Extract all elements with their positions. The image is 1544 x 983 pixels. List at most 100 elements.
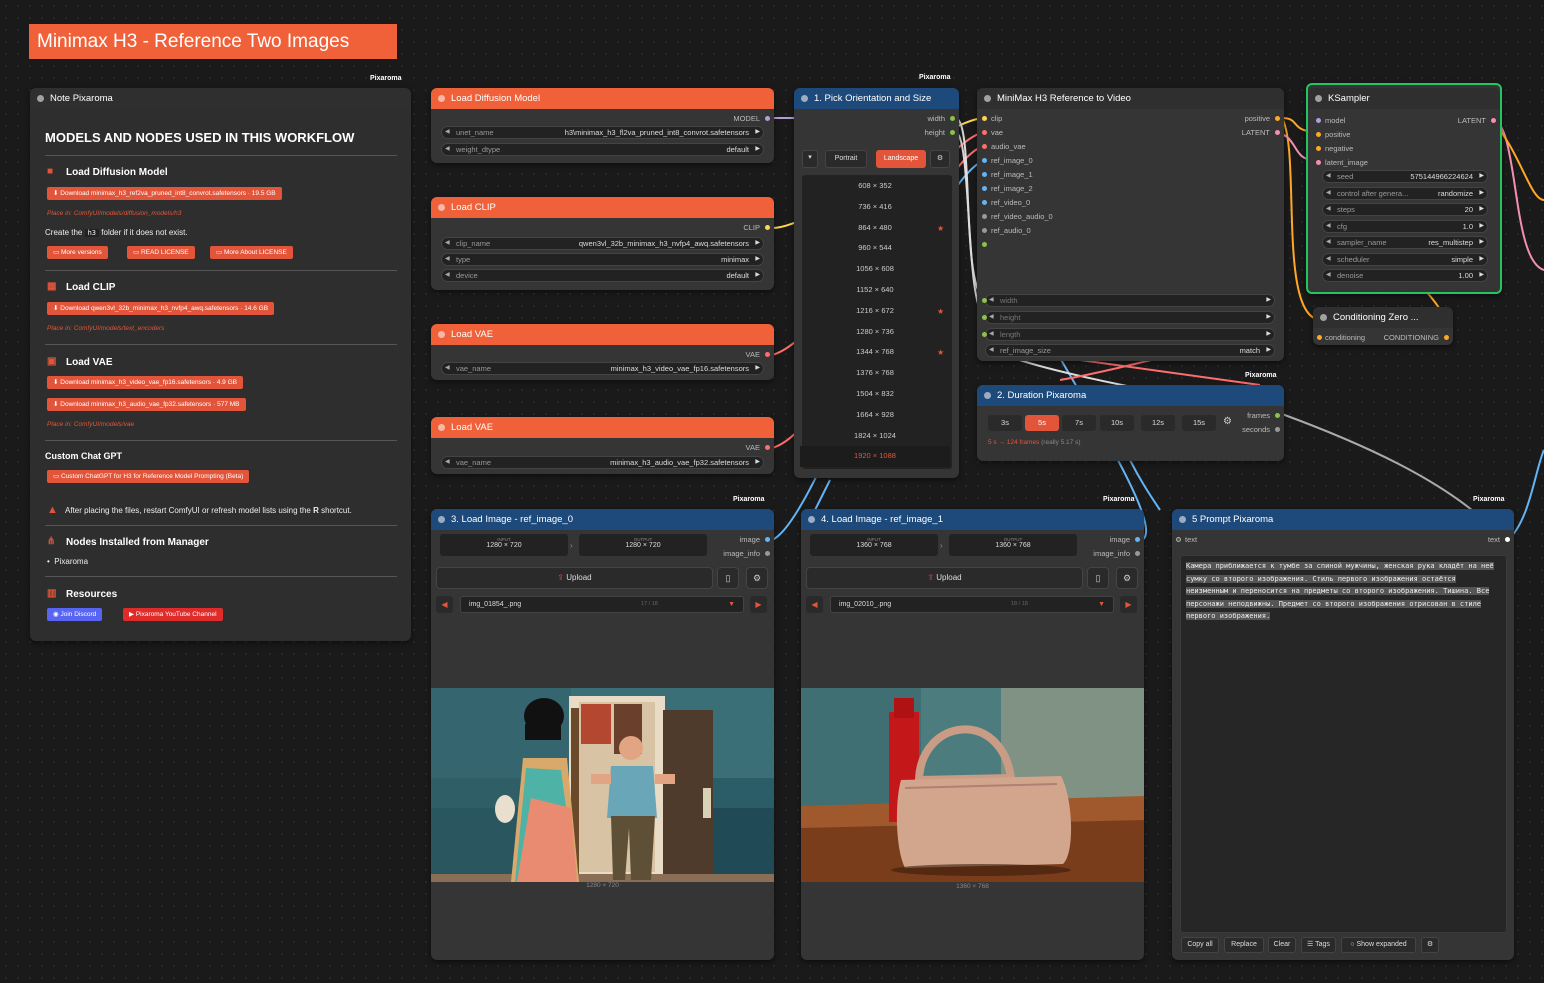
join-discord-button[interactable]: ◉ Join Discord xyxy=(47,608,103,621)
resolution-item[interactable]: 1376 × 768 xyxy=(800,363,950,384)
unet-name-widget[interactable]: unet_nameh3\minimax_h3_fl2va_pruned_int8… xyxy=(441,126,764,139)
prompt-textarea[interactable]: Камера приближается к тумбе за спиной му… xyxy=(1180,555,1507,933)
more-versions-button[interactable]: ▭ More versions xyxy=(47,246,108,259)
resolution-item[interactable]: 608 × 352 xyxy=(800,176,950,197)
gear-icon[interactable]: ⚙ xyxy=(930,150,950,168)
input-slot[interactable] xyxy=(982,158,987,163)
input-slot[interactable] xyxy=(982,186,987,191)
clear-button[interactable]: Clear xyxy=(1268,937,1296,953)
device-widget[interactable]: devicedefault xyxy=(441,269,764,282)
node-header[interactable]: Load VAE xyxy=(431,324,774,345)
input-slot[interactable] xyxy=(982,172,987,177)
gear-icon[interactable]: ⚙ xyxy=(746,567,768,589)
sampler-name-widget[interactable]: sampler_nameres_multistep xyxy=(1322,236,1488,249)
output-slot[interactable] xyxy=(1275,116,1280,121)
gear-icon[interactable]: ⚙ xyxy=(1223,416,1232,427)
resolution-item[interactable]: 1504 × 832 xyxy=(800,384,950,405)
clipboard-icon[interactable]: ▯ xyxy=(717,567,739,589)
duration-option-7s[interactable]: 7s xyxy=(1062,415,1096,431)
clipboard-icon[interactable]: ▯ xyxy=(1087,567,1109,589)
duration-option-5s[interactable]: 5s xyxy=(1025,415,1059,431)
output-slot[interactable] xyxy=(950,130,955,135)
resolution-item[interactable]: 864 × 480 xyxy=(800,218,950,239)
dropdown-button[interactable]: ▾ xyxy=(802,150,818,168)
output-slot[interactable] xyxy=(1275,427,1280,432)
node-header[interactable]: KSampler xyxy=(1308,88,1500,109)
output-slot[interactable] xyxy=(765,537,770,542)
portrait-button[interactable]: Portrait xyxy=(825,150,867,168)
prev-image-button[interactable]: ◀ xyxy=(436,596,453,613)
length-widget[interactable]: length xyxy=(985,328,1275,341)
output-slot[interactable] xyxy=(1505,537,1510,542)
resolution-item[interactable]: 1216 × 672 xyxy=(800,301,950,322)
note-header[interactable]: Note Pixaroma xyxy=(30,88,411,109)
load-vae-audio-node[interactable]: Load VAE VAE vae_nameminimax_h3_audio_va… xyxy=(431,417,774,474)
tags-button[interactable]: ☰ Tags xyxy=(1301,937,1336,953)
input-slot[interactable] xyxy=(982,116,987,121)
read-license-button[interactable]: ▭ READ LICENSE xyxy=(127,246,195,259)
input-slot[interactable] xyxy=(1316,118,1321,123)
youtube-channel-button[interactable]: ▶ Pixaroma YouTube Channel xyxy=(123,608,223,621)
input-slot[interactable] xyxy=(1316,146,1321,151)
load-vae-video-node[interactable]: Load VAE VAE vae_nameminimax_h3_video_va… xyxy=(431,324,774,380)
output-slot[interactable] xyxy=(765,551,770,556)
prev-image-button[interactable]: ◀ xyxy=(806,596,823,613)
node-header[interactable]: Load CLIP xyxy=(431,197,774,218)
node-header[interactable]: Load VAE xyxy=(431,417,774,438)
clip-name-widget[interactable]: clip_nameqwen3vl_32b_minimax_h3_nvfp4_aw… xyxy=(441,237,764,250)
vae-name-widget[interactable]: vae_nameminimax_h3_video_vae_fp16.safete… xyxy=(441,362,764,375)
custom-gpt-button[interactable]: ▭ Custom ChatGPT for H3 for Reference Mo… xyxy=(47,470,250,483)
next-image-button[interactable]: ▶ xyxy=(1120,596,1137,613)
input-slot[interactable] xyxy=(1176,537,1181,542)
output-slot[interactable] xyxy=(1135,537,1140,542)
resolution-item[interactable]: 736 × 416 xyxy=(800,197,950,218)
resolution-item[interactable]: 1824 × 1024 xyxy=(800,426,950,447)
denoise-widget[interactable]: denoise1.00 xyxy=(1322,269,1488,282)
input-slot[interactable] xyxy=(982,298,987,303)
duration-option-10s[interactable]: 10s xyxy=(1100,415,1134,431)
duration-option-15s[interactable]: 15s xyxy=(1182,415,1216,431)
input-slot[interactable] xyxy=(1316,132,1321,137)
duration-option-12s[interactable]: 12s xyxy=(1141,415,1175,431)
input-slot[interactable] xyxy=(982,144,987,149)
node-header[interactable]: MiniMax H3 Reference to Video xyxy=(977,88,1284,109)
output-slot[interactable] xyxy=(765,352,770,357)
input-slot[interactable] xyxy=(982,332,987,337)
copy-all-button[interactable]: Copy all xyxy=(1181,937,1219,953)
download-audio-vae-button[interactable]: ⬇ Download minimax_h3_audio_vae_fp32.saf… xyxy=(47,398,246,411)
output-slot[interactable] xyxy=(1275,130,1280,135)
download-clip-button[interactable]: ⬇ Download qwen3vl_32b_minimax_h3_nvfp4_… xyxy=(47,302,275,315)
type-widget[interactable]: typeminimax xyxy=(441,253,764,266)
node-header[interactable]: 4. Load Image - ref_image_1 xyxy=(801,509,1144,530)
upload-button[interactable]: ⇪ Upload xyxy=(806,567,1083,589)
more-license-button[interactable]: ▭ More About LICENSE xyxy=(210,246,293,259)
resolution-item[interactable]: 1280 × 736 xyxy=(800,322,950,343)
vae-name-widget[interactable]: vae_nameminimax_h3_audio_vae_fp32.safete… xyxy=(441,456,764,469)
input-slot[interactable] xyxy=(982,242,987,247)
ksampler-node[interactable]: KSampler model positive negative latent_ima… xyxy=(1306,83,1502,294)
landscape-button[interactable]: Landscape xyxy=(876,150,926,168)
output-slot[interactable] xyxy=(950,116,955,121)
input-slot[interactable] xyxy=(982,214,987,219)
scheduler-widget[interactable]: schedulersimple xyxy=(1322,253,1488,266)
output-slot[interactable] xyxy=(765,225,770,230)
output-slot[interactable] xyxy=(1135,551,1140,556)
node-header[interactable]: Load Diffusion Model xyxy=(431,88,774,109)
output-slot[interactable] xyxy=(765,445,770,450)
output-slot[interactable] xyxy=(765,116,770,121)
node-header[interactable]: 5 Prompt Pixaroma xyxy=(1172,509,1514,530)
download-video-vae-button[interactable]: ⬇ Download minimax_h3_video_vae_fp16.saf… xyxy=(47,376,243,389)
seed-widget[interactable]: seed575144966224624 xyxy=(1322,170,1488,183)
resolution-item[interactable]: 1664 × 928 xyxy=(800,405,950,426)
note-node[interactable]: Note Pixaroma MODELS AND NODES USED IN T… xyxy=(30,88,411,641)
control-after-generate-widget[interactable]: control after genera...randomize xyxy=(1322,187,1488,200)
download-diffusion-button[interactable]: ⬇ Download minimax_h3_ref2va_pruned_int8… xyxy=(47,187,282,200)
upload-button[interactable]: ⇪ Upload xyxy=(436,567,713,589)
output-slot[interactable] xyxy=(1491,118,1496,123)
gear-icon[interactable]: ⚙ xyxy=(1116,567,1138,589)
node-header[interactable]: 1. Pick Orientation and Size xyxy=(794,88,959,109)
image-select[interactable]: img_01854_.png 17 / 18 ▼ xyxy=(460,596,744,613)
resolution-item[interactable]: 1056 × 608 xyxy=(800,259,950,280)
input-slot[interactable] xyxy=(1317,335,1322,340)
width-widget[interactable]: width xyxy=(985,294,1275,307)
